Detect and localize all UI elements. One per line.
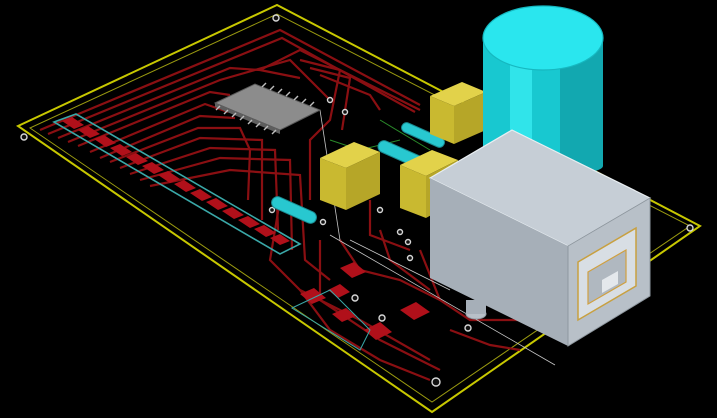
via[interactable] xyxy=(406,254,414,262)
pcb-3d-viewport[interactable] xyxy=(0,0,717,418)
post-body xyxy=(466,300,486,314)
via[interactable] xyxy=(272,14,280,22)
via[interactable] xyxy=(376,206,384,214)
via[interactable] xyxy=(20,133,28,141)
capacitor-top xyxy=(482,5,604,71)
via[interactable] xyxy=(404,238,412,246)
via[interactable] xyxy=(351,294,359,302)
via[interactable] xyxy=(431,377,441,387)
via[interactable] xyxy=(326,96,334,104)
via[interactable] xyxy=(378,314,386,322)
via[interactable] xyxy=(396,228,404,236)
pcb-3d-scene[interactable] xyxy=(0,0,717,418)
via[interactable] xyxy=(686,224,694,232)
via[interactable] xyxy=(268,206,276,214)
mounting-post xyxy=(465,300,487,320)
via[interactable] xyxy=(341,108,349,116)
via[interactable] xyxy=(464,324,472,332)
via[interactable] xyxy=(319,218,327,226)
